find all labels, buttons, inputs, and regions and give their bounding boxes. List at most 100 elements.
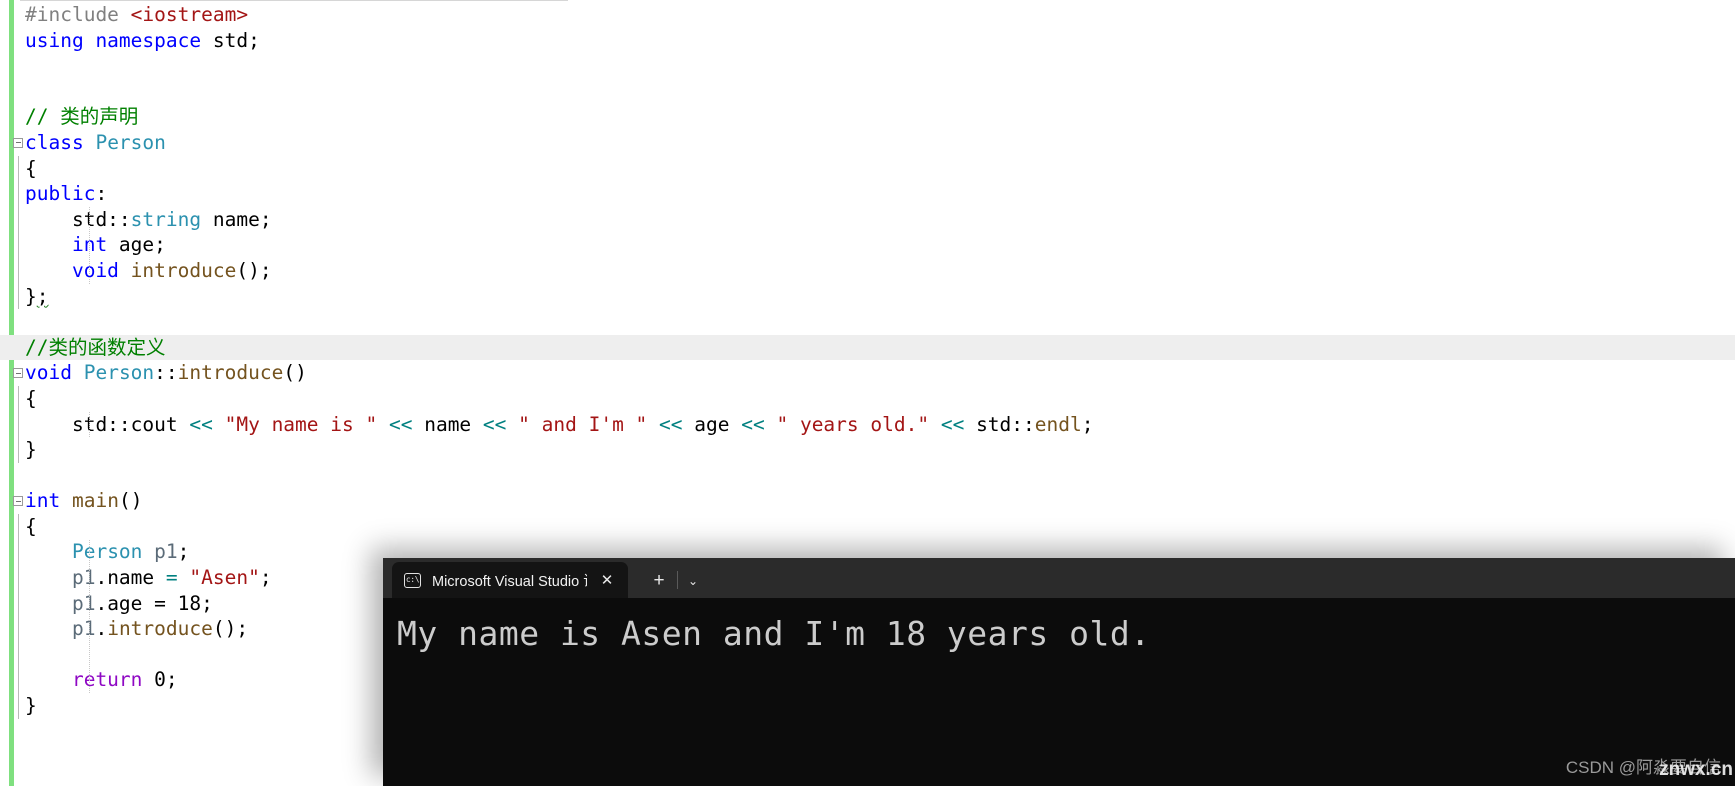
indent-guide <box>89 206 90 284</box>
indent-guide <box>89 411 90 438</box>
code-token: ; <box>1081 412 1094 436</box>
code-token: p1 <box>154 540 178 564</box>
code-token: void <box>25 361 72 385</box>
code-token: //类的函数定义 <box>25 335 166 359</box>
code-line[interactable] <box>0 53 1735 79</box>
new-tab-icon[interactable]: + <box>644 564 674 598</box>
code-token: using namespace <box>25 28 213 52</box>
code-line[interactable]: // 类的声明 <box>0 104 1735 130</box>
code-token: ; <box>201 591 213 615</box>
code-line[interactable]: class Person <box>0 130 1735 156</box>
code-token: << <box>482 412 507 436</box>
screenshot-root: #include <iostream> using namespace std; … <box>0 0 1735 786</box>
terminal-window[interactable]: c:\ Microsoft Visual Studio 调试控 ✕ + ⌄ My… <box>383 558 1735 786</box>
code-token: ; <box>177 540 190 564</box>
terminal-tab-title: Microsoft Visual Studio 调试控 <box>432 573 587 590</box>
code-token: age <box>682 412 742 436</box>
code-line[interactable]: void Person::introduce() <box>0 360 1735 386</box>
code-token: (); <box>212 617 249 641</box>
watermark-site-text: znwx.cn <box>1659 759 1733 780</box>
code-token: p1 <box>71 566 96 590</box>
cmd-prompt-icon: c:\ <box>404 572 421 588</box>
code-token: << <box>741 412 765 436</box>
code-token: ; <box>259 566 272 590</box>
fold-toggle-icon[interactable] <box>13 496 23 507</box>
terminal-output[interactable]: My name is Asen and I'm 18 years old. <box>383 598 1735 786</box>
code-token: () <box>118 489 143 513</box>
code-line[interactable] <box>0 463 1735 489</box>
code-token: introduce <box>177 361 284 385</box>
code-token: class <box>25 130 96 154</box>
chevron-down-icon[interactable]: ⌄ <box>678 564 708 598</box>
code-line[interactable]: #include <iostream> <box>0 2 1735 28</box>
indent-guide <box>18 155 19 310</box>
terminal-tab[interactable]: c:\ Microsoft Visual Studio 调试控 ✕ <box>392 562 628 598</box>
code-token: = <box>165 566 178 590</box>
code-line[interactable]: int age; <box>0 232 1735 258</box>
code-token: Person <box>71 540 143 564</box>
code-token: (); <box>236 258 272 282</box>
code-token: string <box>130 207 202 231</box>
code-line[interactable] <box>0 79 1735 105</box>
code-token: public <box>25 182 96 206</box>
code-token: " and I'm " <box>518 412 648 436</box>
code-line[interactable]: std::string name; <box>0 207 1735 233</box>
code-line[interactable]: int main() <box>0 488 1735 514</box>
code-line[interactable]: std::cout << "My name is " << name << " … <box>0 412 1735 438</box>
code-token: int <box>25 489 61 513</box>
code-token: return <box>25 668 143 692</box>
code-token: std:: <box>964 412 1035 436</box>
code-token: " years old." <box>776 412 930 436</box>
code-token: ; <box>36 284 49 308</box>
code-token: age; <box>107 233 166 257</box>
code-line[interactable]: { <box>0 514 1735 540</box>
fold-toggle-icon[interactable] <box>13 137 23 148</box>
code-token: () <box>283 361 307 385</box>
code-token: <iostream> <box>130 3 249 26</box>
code-line[interactable]: public: <box>0 181 1735 207</box>
code-token: #include <box>25 3 131 26</box>
code-line[interactable]: { <box>0 156 1735 182</box>
code-line[interactable]: using namespace std; <box>0 28 1735 54</box>
code-line[interactable]: void introduce(); <box>0 258 1735 284</box>
terminal-titlebar[interactable]: c:\ Microsoft Visual Studio 调试控 ✕ + ⌄ <box>383 558 1735 598</box>
code-token: } <box>25 438 37 462</box>
code-token: Person <box>83 361 155 385</box>
code-token: // 类的声明 <box>25 105 139 129</box>
indent-guide <box>89 539 90 694</box>
code-token: . <box>95 617 108 641</box>
code-token: p1 <box>71 591 96 615</box>
code-line[interactable]: } <box>0 437 1735 463</box>
fold-toggle-icon[interactable] <box>13 368 23 379</box>
code-token: "My name is " <box>224 412 378 436</box>
cmd-icon-text: c:\ <box>405 575 420 584</box>
code-token: << <box>940 412 965 436</box>
code-token: } <box>25 694 37 718</box>
code-line[interactable]: //类的函数定义 <box>0 334 1735 361</box>
code-token: ; <box>165 668 178 692</box>
code-token: } <box>25 284 37 308</box>
code-token: << <box>189 412 213 436</box>
code-token: endl <box>1034 412 1082 436</box>
code-token: std; <box>212 28 260 52</box>
code-line[interactable] <box>0 309 1735 335</box>
code-token: "Asen" <box>189 566 260 590</box>
code-token: std::cout <box>25 412 190 436</box>
code-token: << <box>659 412 683 436</box>
code-line[interactable]: { <box>0 386 1735 412</box>
code-line[interactable]: }; <box>0 284 1735 310</box>
close-icon[interactable]: ✕ <box>596 569 618 591</box>
